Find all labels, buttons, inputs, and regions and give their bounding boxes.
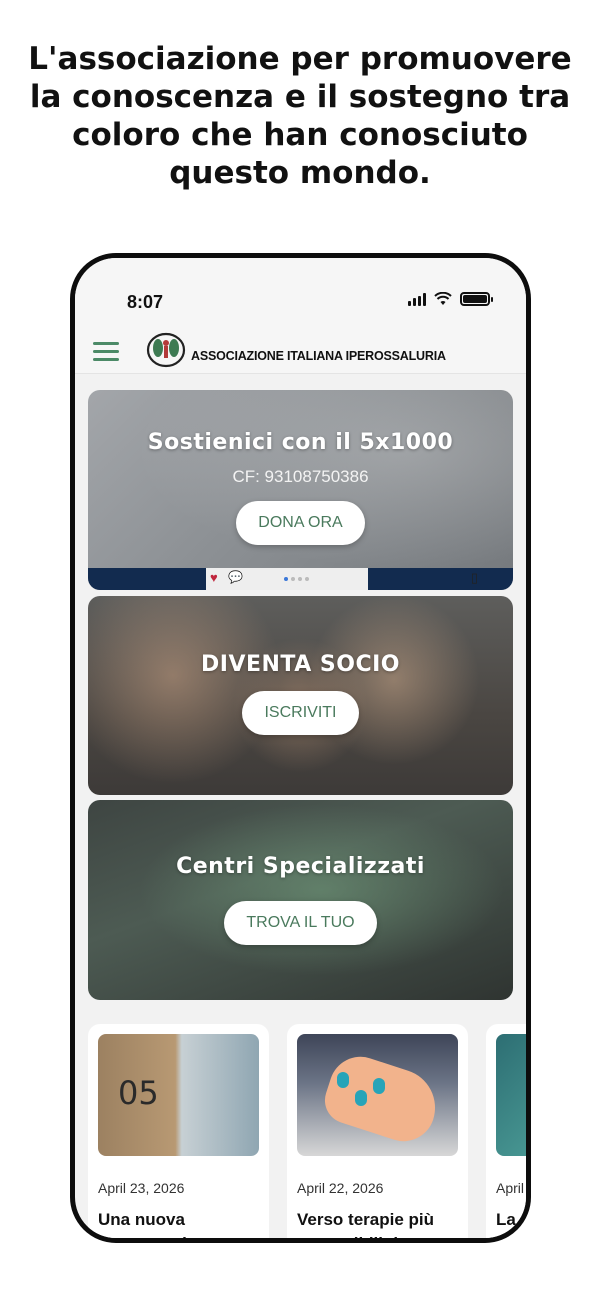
donate-5x1000-card[interactable]: Sostienici con il 5x1000 CF: 93108750386… <box>88 390 513 590</box>
news-date: April <box>496 1180 525 1196</box>
hamburger-menu-icon[interactable] <box>93 342 119 362</box>
news-date: April 23, 2026 <box>98 1180 185 1196</box>
wifi-icon <box>434 292 452 305</box>
find-yours-button[interactable]: TROVA IL TUO <box>224 901 377 945</box>
donate-now-button[interactable]: DONA ORA <box>236 501 365 545</box>
association-logo <box>146 332 186 368</box>
news-thumbnail <box>496 1034 526 1156</box>
card-title: Centri Specializzati <box>176 854 425 879</box>
headline: L'associazione per promuovere la conosce… <box>28 41 572 191</box>
image-footer-strip: ♥ 💬 ▯ <box>88 568 513 590</box>
news-title: Una nuova speranza: la <box>98 1210 196 1238</box>
cellular-signal-icon <box>408 292 426 306</box>
news-card[interactable]: April La <box>486 1024 526 1238</box>
app-bar: ASSOCIAZIONE ITALIANA IPEROSSALURIA <box>75 328 526 374</box>
bookmark-icon: ▯ <box>470 570 478 585</box>
news-carousel[interactable]: 05 April 23, 2026 Una nuova speranza: la… <box>88 1024 526 1238</box>
subscribe-button[interactable]: ISCRIVITI <box>242 691 359 735</box>
card-title: Sostienici con il 5x1000 <box>147 430 454 455</box>
brand-name: ASSOCIAZIONE ITALIANA IPEROSSALURIA <box>191 349 446 363</box>
status-time: 8:07 <box>127 292 164 312</box>
heart-icon: ♥ <box>210 570 218 585</box>
news-title: Verso terapie più accessibili: la <box>297 1210 434 1238</box>
news-card[interactable]: April 22, 2026 Verso terapie più accessi… <box>287 1024 468 1238</box>
thumbnail-number-text: 05 <box>118 1074 159 1112</box>
news-thumbnail: 05 <box>98 1034 259 1156</box>
news-title: La <box>496 1210 516 1229</box>
tax-code-text: CF: 93108750386 <box>232 467 369 486</box>
phone-frame: 8:07 ASSOCIAZIONE ITALIANA IPEROSSALURIA… <box>70 253 531 1243</box>
battery-icon <box>460 292 493 306</box>
card-title: DIVENTA SOCIO <box>201 652 400 677</box>
carousel-dots <box>284 577 309 581</box>
specialized-centers-card[interactable]: Centri Specializzati TROVA IL TUO <box>88 800 513 1000</box>
become-member-card[interactable]: DIVENTA SOCIO ISCRIVITI <box>88 596 513 795</box>
news-date: April 22, 2026 <box>297 1180 384 1196</box>
news-card[interactable]: 05 April 23, 2026 Una nuova speranza: la <box>88 1024 269 1238</box>
status-bar: 8:07 <box>75 258 526 328</box>
news-thumbnail <box>297 1034 458 1156</box>
comment-icon: 💬 <box>228 570 243 584</box>
